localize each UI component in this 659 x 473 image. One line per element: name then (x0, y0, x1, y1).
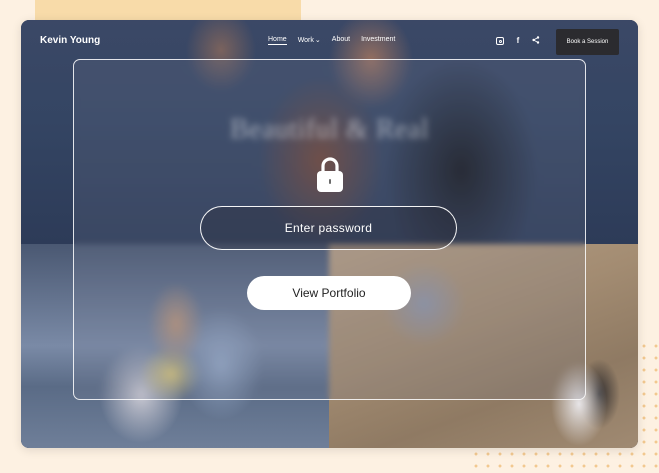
nav-item-work[interactable]: Work⌄ (298, 36, 321, 45)
nav-item-about[interactable]: About (332, 36, 350, 45)
site-logo[interactable]: Kevin Young (40, 35, 100, 46)
social-links: f (496, 36, 540, 46)
nav-item-investment[interactable]: Investment (361, 36, 395, 45)
nav-item-work-label: Work (297, 37, 314, 44)
password-input[interactable] (200, 206, 457, 250)
facebook-icon[interactable]: f (514, 36, 522, 46)
main-nav: Home Work⌄ About Investment (268, 36, 395, 45)
lock-icon (317, 157, 343, 192)
browser-window: Kevin Young Home Work⌄ About Investment … (21, 20, 638, 448)
book-session-button[interactable]: Book a Session (556, 29, 619, 55)
share-icon-glyph (532, 36, 540, 44)
chevron-down-icon: ⌄ (314, 37, 321, 44)
instagram-icon[interactable] (496, 37, 504, 45)
view-portfolio-button[interactable]: View Portfolio (247, 276, 411, 310)
nav-item-home[interactable]: Home (268, 36, 287, 45)
share-icon[interactable] (532, 36, 540, 46)
site-header: Kevin Young Home Work⌄ About Investment … (21, 20, 638, 64)
